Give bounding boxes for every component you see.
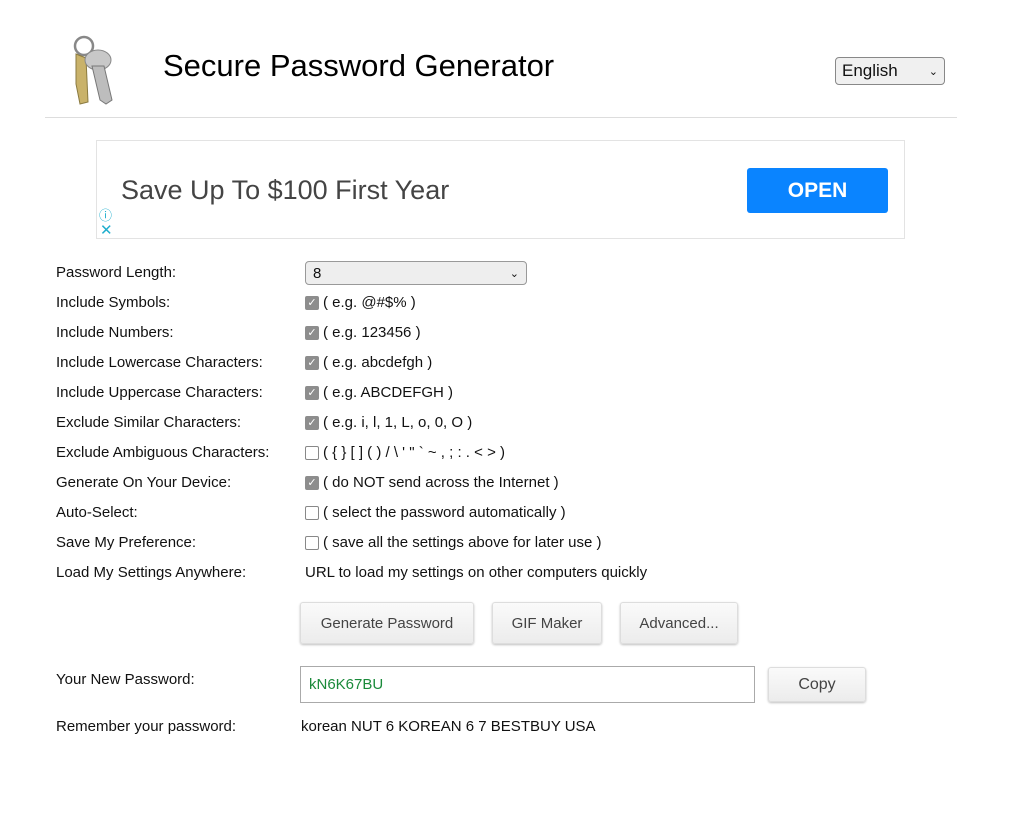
- option-label: Include Numbers:: [56, 324, 174, 341]
- ad-open-button[interactable]: OPEN: [747, 168, 888, 213]
- option-hint: ( e.g. @#$% ): [323, 294, 416, 311]
- mnemonic-text: korean NUT 6 KOREAN 6 7 BESTBUY USA: [301, 718, 596, 735]
- load-settings-label: Load My Settings Anywhere:: [56, 564, 247, 581]
- option-control: ✓ ( e.g. ABCDEFGH ): [305, 384, 453, 401]
- checkbox-checked[interactable]: ✓: [305, 295, 319, 310]
- checkbox-checked[interactable]: ✓: [305, 355, 319, 370]
- close-icon[interactable]: ✕: [100, 221, 113, 239]
- option-control: ✓ ( e.g. i, l, 1, L, o, 0, O ): [305, 414, 472, 431]
- divider: [45, 117, 957, 118]
- option-label: Save My Preference:: [56, 534, 197, 551]
- generate-password-button[interactable]: Generate Password: [300, 602, 474, 644]
- language-value: English: [842, 61, 898, 80]
- advanced-button[interactable]: Advanced...: [620, 602, 738, 644]
- option-hint: ( e.g. i, l, 1, L, o, 0, O ): [323, 414, 473, 431]
- option-control: ✓ ( e.g. @#$% ): [305, 294, 416, 311]
- option-label: Exclude Ambiguous Characters:: [56, 444, 270, 461]
- option-label: Exclude Similar Characters:: [56, 414, 242, 431]
- load-settings-link[interactable]: URL to load my settings on other compute…: [305, 564, 647, 581]
- checkbox-checked[interactable]: ✓: [305, 325, 319, 340]
- option-hint: ( e.g. ABCDEFGH ): [323, 384, 454, 401]
- option-control: ( select the password automatically ): [305, 504, 566, 521]
- gif-maker-button[interactable]: GIF Maker: [492, 602, 602, 644]
- checkbox-unchecked[interactable]: [305, 505, 319, 520]
- option-label: Auto-Select:: [56, 504, 138, 521]
- option-label: Generate On Your Device:: [56, 474, 232, 491]
- keys-icon: [62, 34, 122, 111]
- option-hint: ( do NOT send across the Internet ): [323, 474, 559, 491]
- option-control: ✓ ( e.g. abcdefgh ): [305, 354, 432, 371]
- option-control: ✓ ( e.g. 123456 ): [305, 324, 421, 341]
- ad-banner[interactable]: Save Up To $100 First Year OPEN ⓘ ✕: [96, 140, 905, 239]
- option-label: Include Uppercase Characters:: [56, 384, 263, 401]
- new-password-label: Your New Password:: [56, 671, 195, 688]
- chevron-down-icon: ⌄: [509, 267, 519, 280]
- option-label: Include Symbols:: [56, 294, 171, 311]
- option-control: ✓ ( do NOT send across the Internet ): [305, 474, 559, 491]
- checkbox-checked[interactable]: ✓: [305, 475, 319, 490]
- option-hint: ( save all the settings above for later …: [323, 534, 602, 551]
- chevron-down-icon: ⌄: [928, 65, 938, 78]
- password-length-label: Password Length:: [56, 264, 177, 281]
- option-hint: ( select the password automatically ): [323, 504, 566, 521]
- length-value: 8: [313, 264, 322, 282]
- checkbox-checked[interactable]: ✓: [305, 415, 319, 430]
- option-control: ( { } [ ] ( ) / \ ' " ` ~ , ; : . < > ): [305, 444, 505, 461]
- option-hint: ( e.g. 123456 ): [323, 324, 421, 341]
- ad-headline: Save Up To $100 First Year: [121, 175, 450, 205]
- option-label: Include Lowercase Characters:: [56, 354, 263, 371]
- language-select[interactable]: English ⌄: [835, 57, 945, 85]
- checkbox-unchecked[interactable]: [305, 445, 319, 460]
- page-title: Secure Password Generator: [163, 48, 555, 83]
- option-hint: ( { } [ ] ( ) / \ ' " ` ~ , ; : . < > ): [323, 444, 505, 461]
- option-control: ( save all the settings above for later …: [305, 534, 601, 551]
- option-hint: ( e.g. abcdefgh ): [323, 354, 433, 371]
- copy-button[interactable]: Copy: [768, 667, 866, 702]
- checkbox-unchecked[interactable]: [305, 535, 319, 550]
- checkbox-checked[interactable]: ✓: [305, 385, 319, 400]
- password-length-select[interactable]: 8 ⌄: [305, 261, 527, 285]
- password-output[interactable]: kN6K67BU: [300, 666, 755, 703]
- remember-label: Remember your password:: [56, 718, 237, 735]
